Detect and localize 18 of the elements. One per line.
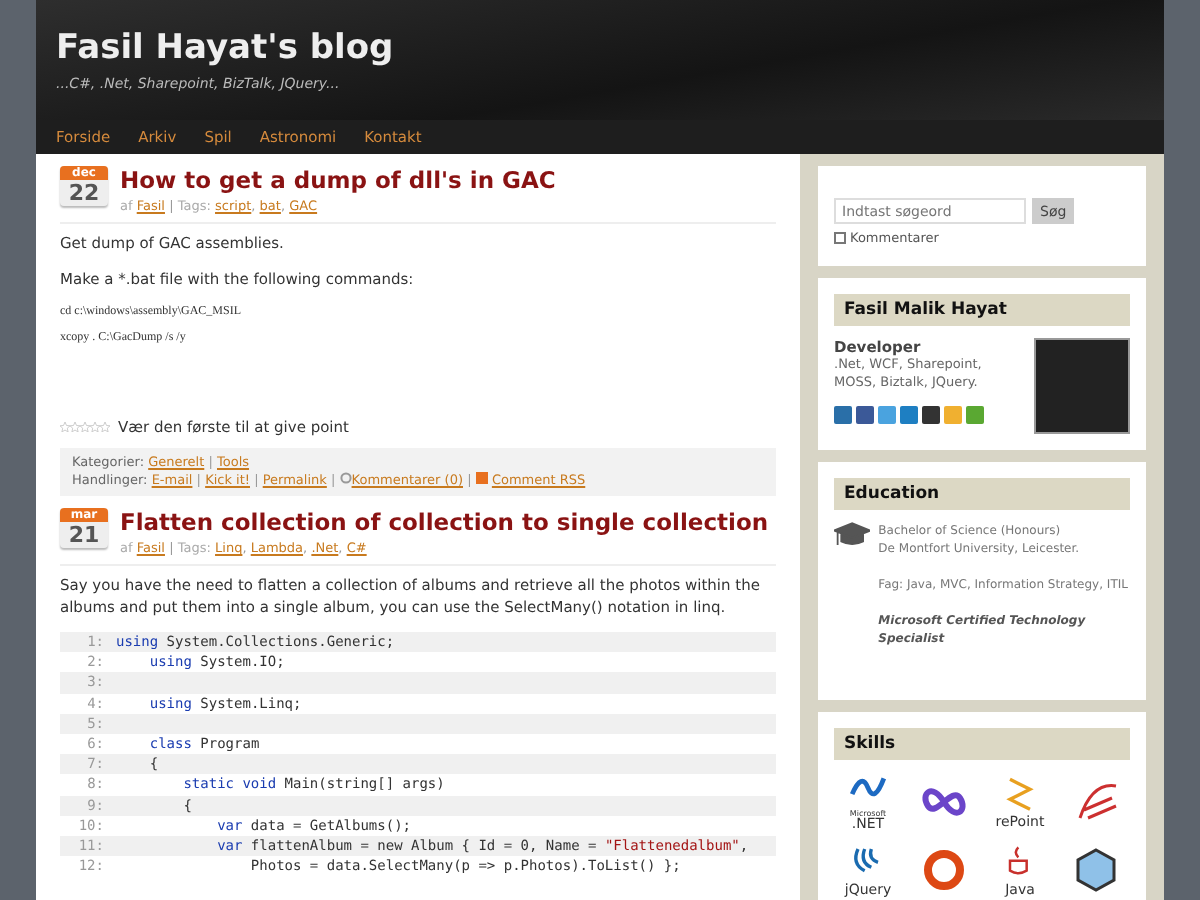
star-rating[interactable] [60,422,110,432]
blog-title[interactable]: Fasil Hayat's blog [56,28,1144,68]
social-icon[interactable] [966,406,984,424]
photo-placeholder [1034,338,1130,434]
checkbox[interactable] [834,232,846,244]
social-icon[interactable] [922,406,940,424]
social-icon[interactable] [878,406,896,424]
post-title[interactable]: How to get a dump of dll's in GAC [120,166,556,194]
graduation-cap-icon [834,522,871,550]
rss-icon [475,472,488,484]
social-icon[interactable] [944,406,962,424]
post-title[interactable]: Flatten collection of collection to single collection [120,508,769,536]
social-icon[interactable] [900,406,918,424]
social-icon[interactable] [856,406,874,424]
section-heading: Education [834,478,1130,510]
section-heading: Skills [834,728,1130,760]
section-heading: Fasil Malik Hayat [834,294,1130,326]
social-icon[interactable] [834,406,852,424]
